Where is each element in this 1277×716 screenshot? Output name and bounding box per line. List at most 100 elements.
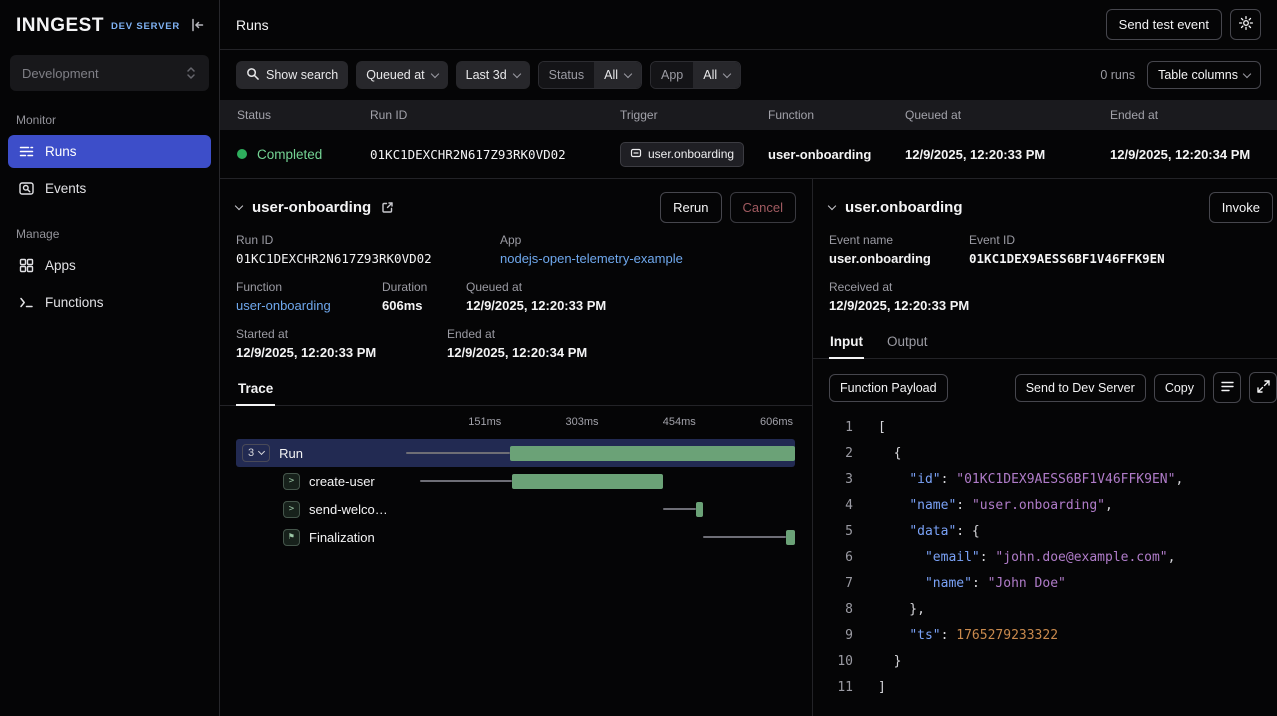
event-icon	[630, 147, 642, 162]
run-id-value: 01KC1DEXCHR2N617Z93RK0VD02	[236, 251, 500, 266]
time-range-dropdown[interactable]: Last 3d	[456, 61, 530, 89]
received-at-field: Received at 12/9/2025, 12:20:33 PM	[829, 280, 969, 313]
table-columns-dropdown[interactable]: Table columns	[1147, 61, 1261, 89]
run-id-cell: 01KC1DEXCHR2N617Z93RK0VD02	[370, 147, 620, 162]
chevron-down-icon	[723, 69, 731, 77]
function-link[interactable]: user-onboarding	[236, 298, 331, 313]
settings-button[interactable]	[1230, 9, 1261, 40]
finalization-icon: ⚑	[283, 529, 300, 546]
wrap-lines-button[interactable]	[1213, 372, 1241, 403]
axis-tick-label: 606ms	[760, 416, 795, 428]
app-field: App nodejs-open-telemetry-example	[500, 233, 683, 266]
app-filter: App All	[650, 61, 741, 89]
table-row[interactable]: Completed 01KC1DEXCHR2N617Z93RK0VD02 use…	[220, 130, 1277, 178]
collapse-run-detail-icon[interactable]	[235, 202, 243, 210]
queued-at-cell: 12/9/2025, 12:20:33 PM	[905, 147, 1110, 162]
trace-span-bar[interactable]	[512, 474, 663, 489]
runs-table-header: Status Run ID Trigger Function Queued at…	[220, 100, 1277, 130]
function-payload-button[interactable]: Function Payload	[829, 374, 948, 402]
tab-input[interactable]: Input	[829, 329, 864, 359]
sidebar-item-runs[interactable]: Runs	[8, 135, 211, 168]
section-label-manage: Manage	[0, 207, 219, 247]
queued-at-label: Queued at	[366, 68, 424, 82]
external-link-icon[interactable]	[381, 201, 394, 214]
nav-label-runs: Runs	[45, 144, 77, 159]
chevron-down-icon	[1243, 69, 1251, 77]
event-name-value: user.onboarding	[829, 251, 969, 266]
ended-at-value: 12/9/2025, 12:20:34 PM	[447, 345, 587, 360]
run-detail-title: user-onboarding	[252, 199, 371, 216]
collapse-sidebar-icon	[189, 17, 205, 36]
code-line: 5 "data": {	[813, 519, 1277, 545]
trigger-cell: user.onboarding	[620, 142, 768, 167]
event-id-label: Event ID	[969, 233, 1165, 247]
invoke-button[interactable]: Invoke	[1209, 192, 1273, 223]
trace-span-name: Run	[279, 446, 303, 461]
tab-trace[interactable]: Trace	[236, 376, 275, 406]
cancel-button[interactable]: Cancel	[730, 192, 796, 223]
run-panel-actions: Rerun Cancel	[660, 192, 796, 223]
line-number: 4	[813, 493, 853, 519]
expand-button[interactable]	[1249, 372, 1277, 403]
trace-row[interactable]: 3 Run	[236, 439, 795, 467]
send-to-dev-server-button[interactable]: Send to Dev Server	[1015, 374, 1146, 402]
environment-label: Development	[22, 66, 99, 81]
sidebar-item-events[interactable]: Events	[8, 172, 211, 205]
rerun-button[interactable]: Rerun	[660, 192, 721, 223]
detail-split: user-onboarding Rerun Cancel Run ID 01KC…	[220, 178, 1277, 716]
trace-span-bar[interactable]	[696, 502, 703, 517]
column-queued-at: Queued at	[905, 108, 1110, 122]
trigger-badge[interactable]: user.onboarding	[620, 142, 744, 167]
tab-output[interactable]: Output	[886, 329, 929, 359]
copy-button[interactable]: Copy	[1154, 374, 1205, 402]
status-filter-dropdown[interactable]: All	[594, 62, 641, 88]
function-cell: user-onboarding	[768, 147, 905, 162]
environment-select[interactable]: Development	[10, 55, 209, 91]
sidebar-collapse-button[interactable]	[189, 17, 205, 36]
sidebar-item-apps[interactable]: Apps	[8, 249, 211, 282]
trace-rows: 3 Run >create-user>send-welco…⚑Finalizatio…	[220, 439, 812, 551]
filter-bar: Show search Queued at Last 3d Status All…	[220, 50, 1277, 100]
trace-span-bar[interactable]	[510, 446, 795, 461]
column-run-id: Run ID	[370, 108, 620, 122]
table-columns-label: Table columns	[1158, 68, 1238, 82]
duration-value: 606ms	[382, 298, 466, 313]
event-id-field: Event ID 01KC1DEX9AESS6BF1V46FFK9EN	[969, 233, 1165, 266]
trace-row[interactable]: >send-welco…	[236, 495, 795, 523]
duration-field: Duration 606ms	[382, 280, 466, 313]
payload-code-editor[interactable]: 1[2 {3 "id": "01KC1DEX9AESS6BF1V46FFK9EN…	[813, 413, 1277, 716]
page-title: Runs	[236, 17, 269, 33]
started-at-field: Started at 12/9/2025, 12:20:33 PM	[236, 327, 447, 360]
column-ended-at: Ended at	[1110, 108, 1277, 122]
status-dot-completed	[237, 149, 247, 159]
send-test-event-button[interactable]: Send test event	[1106, 9, 1222, 40]
nav-label-functions: Functions	[45, 295, 104, 310]
trace-span-bar[interactable]	[786, 530, 795, 545]
sidebar: INNGEST DEV SERVER Development Monitor R…	[0, 0, 220, 716]
queued-at-label: Queued at	[466, 280, 606, 294]
trace-axis-spacer	[236, 414, 406, 436]
app-link[interactable]: nodejs-open-telemetry-example	[500, 251, 683, 266]
trace-row[interactable]: ⚑Finalization	[236, 523, 795, 551]
code-line: 3 "id": "01KC1DEX9AESS6BF1V46FFK9EN",	[813, 467, 1277, 493]
code-line: 8 },	[813, 597, 1277, 623]
step-icon: >	[283, 501, 300, 518]
trace-row[interactable]: >create-user	[236, 467, 795, 495]
gear-icon	[1238, 15, 1254, 34]
app-label: App	[500, 233, 683, 247]
code-lines: 1[2 {3 "id": "01KC1DEX9AESS6BF1V46FFK9EN…	[813, 415, 1277, 701]
section-label-monitor: Monitor	[0, 93, 219, 133]
show-search-button[interactable]: Show search	[236, 61, 348, 89]
filter-right: 0 runs Table columns	[1100, 61, 1261, 89]
line-number: 1	[813, 415, 853, 441]
trace-track	[406, 495, 795, 523]
queued-at-dropdown[interactable]: Queued at	[356, 61, 447, 89]
trace-row-label: 3 Run	[236, 444, 406, 462]
sidebar-item-functions[interactable]: Functions	[8, 286, 211, 319]
collapse-event-detail-icon[interactable]	[828, 202, 836, 210]
event-name-field: Event name user.onboarding	[829, 233, 969, 266]
trace-expand-toggle[interactable]: 3	[242, 444, 270, 462]
code-line: 7 "name": "John Doe"	[813, 571, 1277, 597]
event-meta-row-2: Received at 12/9/2025, 12:20:33 PM	[813, 280, 1277, 327]
app-filter-dropdown[interactable]: All	[693, 62, 740, 88]
